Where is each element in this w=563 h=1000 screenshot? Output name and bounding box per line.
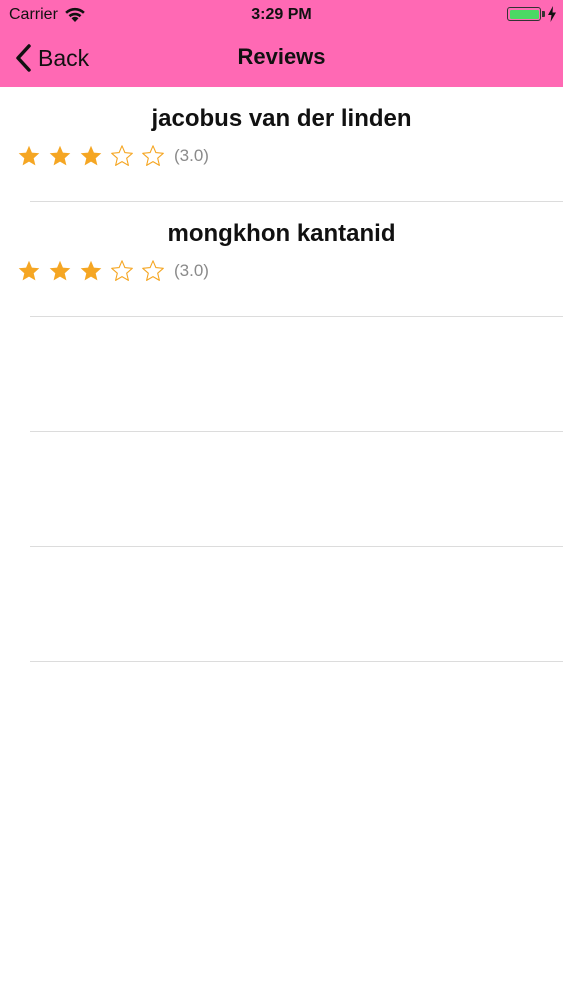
empty-row: [30, 432, 563, 547]
empty-row: [30, 317, 563, 432]
reviewer-name: mongkhon kantanid: [167, 220, 396, 247]
rating-value: (3.0): [174, 146, 209, 165]
star-filled-icon: [18, 260, 40, 281]
reviewer-name: jacobus van der linden: [151, 105, 412, 132]
star-rating: (3.0): [17, 144, 209, 168]
star-filled-icon: [18, 145, 40, 166]
star-outline-icon: [111, 145, 133, 166]
status-time: 3:29 PM: [251, 6, 312, 23]
star-filled-icon: [49, 260, 71, 281]
charging-bolt-icon: [548, 6, 556, 22]
star-filled-icon: [80, 260, 102, 281]
star-filled-icon: [80, 145, 102, 166]
navigation-bar: Back Reviews: [0, 30, 563, 87]
review-row[interactable]: mongkhon kantanid (3.0): [18, 202, 563, 317]
battery-icon: [507, 7, 545, 21]
star-outline-icon: [142, 260, 164, 281]
star-rating: (3.0): [17, 259, 209, 283]
rating-value: (3.0): [174, 261, 209, 280]
star-outline-icon: [111, 260, 133, 281]
reviews-screen: Carrier 3:29 PM Back Reviews jacobus van…: [0, 0, 563, 1000]
battery-level: [509, 9, 539, 19]
status-bar: Carrier 3:29 PM: [0, 0, 563, 30]
empty-row: [30, 547, 563, 662]
star-filled-icon: [49, 145, 71, 166]
battery-tip: [542, 11, 545, 17]
review-list: jacobus van der linden (3.0) mongkhon ka…: [0, 87, 563, 662]
star-outline-icon: [142, 145, 164, 166]
page-title: Reviews: [237, 44, 326, 69]
review-row[interactable]: jacobus van der linden (3.0): [18, 87, 563, 202]
